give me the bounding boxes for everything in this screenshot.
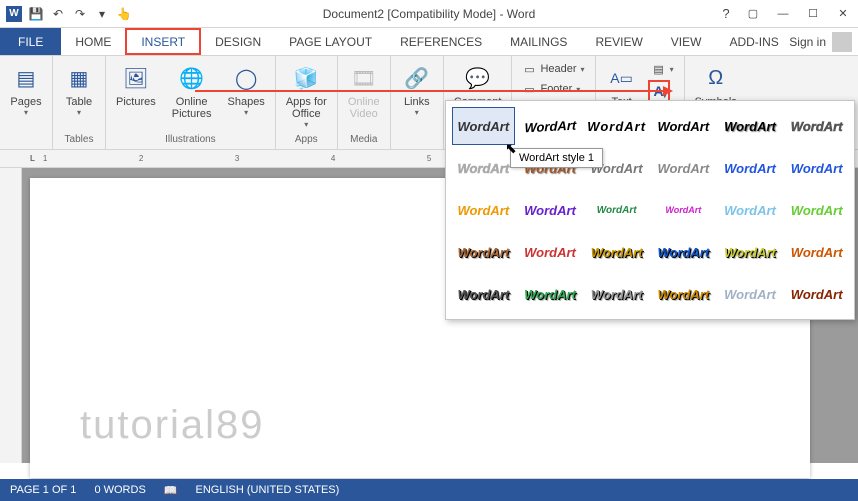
annotation-arrow	[195, 90, 665, 92]
touch-mode-icon[interactable]: 👆	[116, 6, 132, 22]
status-language[interactable]: ENGLISH (UNITED STATES)	[195, 484, 339, 496]
status-words[interactable]: 0 WORDS	[94, 484, 145, 496]
wordart-style-23[interactable]: WordArt	[719, 233, 782, 271]
wordart-style-16[interactable]: WordArt	[652, 191, 715, 229]
apps-label: Apps	[280, 134, 333, 147]
close-button[interactable]: ✕	[828, 3, 858, 25]
chevron-down-icon: ▾	[24, 108, 28, 117]
tab-file[interactable]: FILE	[0, 28, 61, 55]
group-apps: 🧊 Apps for Office ▾ Apps	[276, 56, 338, 149]
group-pages: ▤ Pages ▾	[0, 56, 53, 149]
wordart-style-13[interactable]: WordArt	[452, 191, 515, 229]
wordart-style-21[interactable]: WordArt	[585, 233, 648, 271]
wordart-style-27[interactable]: WordArt	[585, 275, 648, 313]
quick-parts-icon: ▤	[652, 62, 666, 76]
tab-design[interactable]: DESIGN	[201, 28, 275, 55]
wordart-style-24[interactable]: WordArt	[785, 233, 848, 271]
wordart-gallery: WordArtWordArtWordArtWordArtWordArtWordA…	[445, 100, 855, 320]
wordart-style-20[interactable]: WordArt	[519, 233, 582, 271]
wordart-style-12[interactable]: WordArt	[785, 149, 848, 187]
apps-office-button[interactable]: 🧊 Apps for Office ▾	[280, 58, 333, 133]
titlebar: W 💾 ↶ ↷ ▾ 👆 Document2 [Compatibility Mod…	[0, 0, 858, 28]
tab-view[interactable]: VIEW	[657, 28, 716, 55]
pages-icon: ▤	[10, 62, 42, 94]
undo-icon[interactable]: ↶	[50, 6, 66, 22]
watermark: tutorial89	[80, 403, 265, 448]
tab-home[interactable]: HOME	[61, 28, 125, 55]
wordart-style-15[interactable]: WordArt	[585, 191, 648, 229]
wordart-style-30[interactable]: WordArt	[785, 275, 848, 313]
chevron-down-icon: ▾	[244, 108, 248, 117]
tab-page-layout[interactable]: PAGE LAYOUT	[275, 28, 386, 55]
wordart-style-22[interactable]: WordArt	[652, 233, 715, 271]
chevron-down-icon: ▾	[581, 65, 585, 74]
header-icon: ▭	[522, 62, 536, 76]
qat-customize-icon[interactable]: ▾	[94, 6, 110, 22]
wordart-style-19[interactable]: WordArt	[452, 233, 515, 271]
vertical-ruler[interactable]	[0, 168, 22, 463]
illustrations-label: Illustrations	[110, 134, 271, 147]
book-icon: 📖	[164, 484, 178, 497]
wordart-style-28[interactable]: WordArt	[652, 275, 715, 313]
word-app-icon: W	[6, 6, 22, 22]
chevron-down-icon: ▾	[304, 120, 308, 129]
status-proofing[interactable]: 📖	[164, 484, 178, 497]
wordart-style-10[interactable]: WordArt	[652, 149, 715, 187]
table-icon: ▦	[63, 62, 95, 94]
group-tables: ▦ Table ▾ Tables	[53, 56, 106, 149]
sign-in[interactable]: Sign in	[789, 28, 852, 56]
wordart-style-17[interactable]: WordArt	[719, 191, 782, 229]
wordart-style-2[interactable]: WordArt	[519, 105, 582, 146]
table-button[interactable]: ▦ Table ▾	[57, 58, 101, 121]
wordart-style-29[interactable]: WordArt	[719, 275, 782, 313]
window-title: Document2 [Compatibility Mode] - Word	[323, 7, 536, 21]
symbol-icon: Ω	[700, 62, 732, 94]
status-page[interactable]: PAGE 1 OF 1	[10, 484, 76, 496]
tab-insert[interactable]: INSERT	[125, 28, 201, 55]
wordart-tooltip: WordArt style 1	[510, 148, 603, 168]
tables-label: Tables	[57, 134, 101, 147]
chevron-down-icon: ▾	[576, 85, 580, 94]
minimize-button[interactable]: —	[768, 3, 798, 25]
sign-in-label: Sign in	[789, 35, 826, 49]
tab-mailings[interactable]: MAILINGS	[496, 28, 581, 55]
wordart-style-11[interactable]: WordArt	[719, 149, 782, 187]
pictures-button[interactable]: 🖼 Pictures	[110, 58, 162, 112]
chevron-down-icon: ▾	[415, 108, 419, 117]
wordart-style-6[interactable]: WordArt	[785, 107, 848, 145]
footer-icon: ▭	[522, 82, 536, 96]
ribbon-options-icon[interactable]: ▢	[738, 3, 768, 25]
wordart-style-14[interactable]: WordArt	[519, 191, 582, 229]
maximize-button[interactable]: ☐	[798, 3, 828, 25]
pictures-icon: 🖼	[120, 62, 152, 94]
wordart-style-3[interactable]: WordArt	[585, 107, 648, 145]
wordart-style-26[interactable]: WordArt	[519, 275, 582, 313]
redo-icon[interactable]: ↷	[72, 6, 88, 22]
tab-review[interactable]: REVIEW	[581, 28, 656, 55]
wordart-style-18[interactable]: WordArt	[785, 191, 848, 229]
tab-references[interactable]: REFERENCES	[386, 28, 496, 55]
tab-addins[interactable]: ADD-INS	[715, 28, 792, 55]
help-icon[interactable]: ?	[714, 3, 738, 25]
wordart-style-25[interactable]: WordArt	[452, 275, 515, 313]
statusbar: PAGE 1 OF 1 0 WORDS 📖 ENGLISH (UNITED ST…	[0, 479, 858, 501]
pages-button[interactable]: ▤ Pages ▾	[4, 58, 48, 121]
chevron-down-icon: ▾	[77, 108, 81, 117]
header-button[interactable]: ▭ Header ▾	[518, 60, 588, 78]
mouse-cursor-icon: ⬉	[505, 140, 517, 157]
group-links: 🔗 Links ▾	[391, 56, 444, 149]
group-media: 🎞 Online Video Media	[338, 56, 391, 149]
wordart-style-5[interactable]: WordArt	[719, 107, 782, 145]
wordart-style-4[interactable]: WordArt	[652, 107, 715, 145]
quick-parts-button[interactable]: ▤▾	[648, 60, 678, 78]
footer-button[interactable]: ▭ Footer ▾	[518, 80, 588, 98]
avatar-icon	[832, 32, 852, 52]
group-illustrations: 🖼 Pictures 🌐 Online Pictures ◯ Shapes ▾ …	[106, 56, 276, 149]
save-icon[interactable]: 💾	[28, 6, 44, 22]
ribbon-tabs: FILE HOME INSERT DESIGN PAGE LAYOUT REFE…	[0, 28, 858, 56]
ruler-label: L	[30, 154, 35, 163]
media-label: Media	[342, 134, 386, 147]
